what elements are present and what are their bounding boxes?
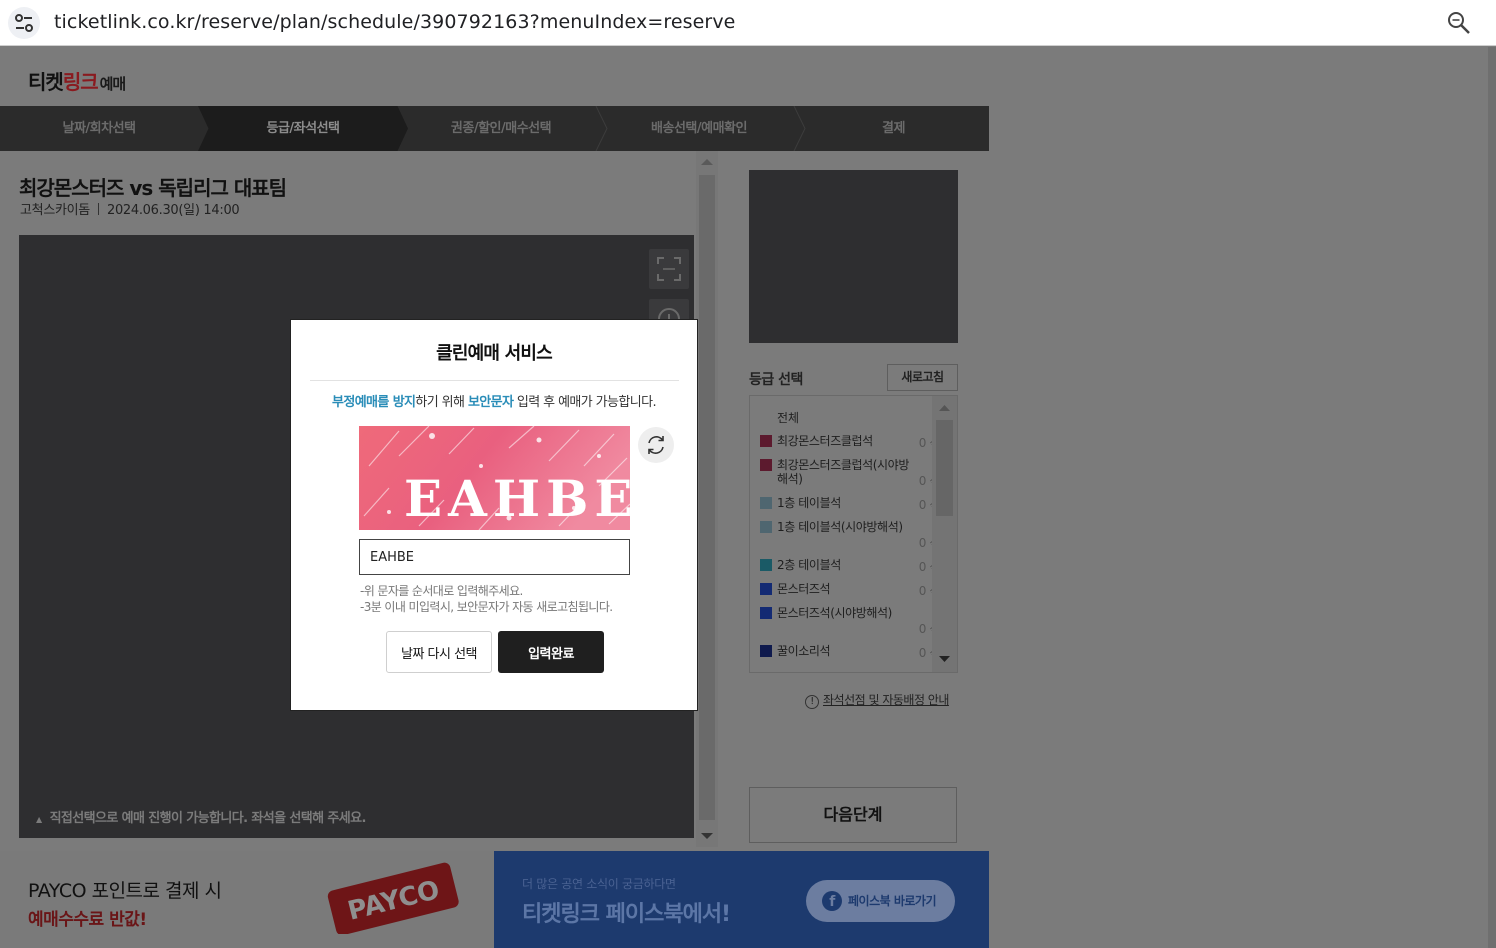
- captcha-text: EAHBE: [404, 469, 630, 528]
- grade-color-swatch: [760, 459, 772, 471]
- scroll-down-icon[interactable]: [932, 648, 957, 670]
- browser-address-bar: ticketlink.co.kr/reserve/plan/schedule/3…: [0, 0, 1496, 46]
- step-payment: 결제: [882, 121, 905, 136]
- fb-line1: 더 많은 공연 소식이 궁금하다면: [522, 877, 676, 891]
- grade-name: 2층 테이블석: [777, 558, 841, 572]
- seatmap-scrollbar[interactable]: [696, 151, 718, 847]
- grade-all[interactable]: 전체: [777, 409, 799, 426]
- payco-line2: 예매수수료 반값!: [28, 910, 147, 930]
- grade-name: 몬스터즈석(시야방해석): [777, 606, 892, 620]
- scrollbar-thumb[interactable]: [936, 420, 953, 516]
- facebook-icon: f: [822, 891, 842, 911]
- facebook-link-button[interactable]: f 페이스북 바로가기: [806, 880, 955, 922]
- zoom-icon[interactable]: [1446, 10, 1472, 36]
- event-info: 고척스카이돔 2024.06.30(일) 14:00: [20, 199, 240, 218]
- modal-title: 클린예매 서비스: [436, 343, 553, 364]
- grade-color-swatch: [760, 645, 772, 657]
- scroll-up-icon[interactable]: [696, 151, 718, 171]
- desc-highlight-2: 보안문자: [467, 395, 514, 410]
- grade-color-swatch: [760, 521, 772, 533]
- refresh-button[interactable]: 새로고침: [887, 364, 958, 391]
- event-venue: 고척스카이돔: [20, 203, 90, 218]
- grade-name: 꿀이소리석: [777, 644, 831, 658]
- step-delivery: 배송선택/예매확인: [651, 121, 747, 136]
- payco-line1: PAYCO 포인트로 결제 시: [28, 880, 222, 902]
- modal-divider: [310, 380, 679, 381]
- grade-color-swatch: [760, 607, 772, 619]
- scrollbar-thumb[interactable]: [699, 175, 715, 820]
- captcha-note-2: -3분 이내 미입력시, 보안문자가 자동 새로고침됩니다.: [360, 600, 613, 614]
- scroll-down-icon[interactable]: [696, 827, 718, 847]
- logo-part2: 링크: [62, 70, 99, 94]
- scroll-up-icon[interactable]: [932, 396, 957, 418]
- seat-guide-link[interactable]: ! 좌석선점 및 자동배정 안내: [805, 691, 949, 709]
- hint-arrow-icon: ▲: [36, 815, 42, 824]
- logo-part1: 티켓: [28, 70, 64, 94]
- grade-item[interactable]: 최강몬스터즈클럽석 0 석: [760, 434, 940, 454]
- desc-end: 입력 후 예매가 가능합니다.: [513, 395, 657, 410]
- captcha-note-1: -위 문자를 순서대로 입력해주세요.: [360, 584, 523, 598]
- grade-name: 몬스터즈석: [777, 582, 831, 596]
- seatmap-hint: ▲ 직접선택으로 예매 진행이 가능합니다. 좌석을 선택해 주세요.: [36, 807, 366, 826]
- step-seat: 등급/좌석선택: [266, 121, 340, 136]
- grade-item[interactable]: 꿀이소리석 0 석: [760, 644, 940, 664]
- desc-highlight-1: 부정예매를 방지: [331, 395, 416, 410]
- ticketlink-logo[interactable]: 티켓링크 예매: [28, 66, 127, 95]
- next-step-button[interactable]: 다음단계: [749, 787, 957, 843]
- grade-name: 1층 테이블석: [777, 496, 841, 510]
- facebook-banner[interactable]: 더 많은 공연 소식이 궁금하다면 티켓링크 페이스북에서! f 페이스북 바로…: [494, 851, 989, 948]
- grade-name: 1층 테이블석(시야방해석): [777, 520, 903, 534]
- grade-item[interactable]: 2층 테이블석 0 석: [760, 558, 940, 578]
- grade-item[interactable]: 몬스터즈석 0 석: [760, 582, 940, 602]
- event-datetime: 2024.06.30(일) 14:00: [106, 203, 240, 218]
- reservation-steps: 날짜/회차선택 등급/좌석선택 권종/할인/매수선택 배송선택/예매확인 결제: [0, 106, 989, 151]
- site-settings-icon[interactable]: [8, 7, 40, 39]
- page-scrollbar[interactable]: [1488, 47, 1496, 948]
- step-divider-icon: [793, 106, 806, 151]
- event-title: 최강몬스터즈 vs 독립리그 대표팀: [19, 176, 287, 200]
- grade-list: 전체 최강몬스터즈클럽석 0 석 최강몬스터즈클럽석(시야방해석) 0 석 1층…: [749, 395, 958, 673]
- info-separator: [97, 203, 99, 215]
- grade-item[interactable]: 몬스터즈석(시야방해석) 0 석: [760, 606, 940, 638]
- step-date: 날짜/회차선택: [62, 121, 136, 136]
- logo-part3: 예매: [99, 75, 127, 93]
- grade-item[interactable]: 1층 테이블석 0 석: [760, 496, 940, 516]
- grade-color-swatch: [760, 435, 772, 447]
- clean-reservation-modal: 클린예매 서비스 부정예매를 방지하기 위해 보안문자 입력 후 예매가 가능합…: [290, 319, 698, 711]
- info-circle-icon: !: [805, 695, 819, 709]
- grade-color-swatch: [760, 583, 772, 595]
- grade-name: 최강몬스터즈클럽석(시야방해석): [777, 458, 909, 486]
- grade-color-swatch: [760, 559, 772, 571]
- fullscreen-icon[interactable]: [649, 249, 689, 289]
- url-text[interactable]: ticketlink.co.kr/reserve/plan/schedule/3…: [54, 11, 735, 33]
- reselect-date-button[interactable]: 날짜 다시 선택: [386, 631, 492, 673]
- submit-captcha-button[interactable]: 입력완료: [498, 631, 604, 673]
- step-ticket-type: 권종/할인/매수선택: [450, 121, 552, 136]
- hint-text: 직접선택으로 예매 진행이 가능합니다. 좌석을 선택해 주세요.: [49, 811, 367, 826]
- grade-title: 등급 선택: [749, 372, 803, 388]
- captcha-image: EAHBE: [359, 426, 630, 530]
- grade-color-swatch: [760, 497, 772, 509]
- fb-line2: 티켓링크 페이스북에서!: [522, 902, 731, 927]
- captcha-input[interactable]: [359, 539, 630, 575]
- step-divider-icon: [595, 106, 608, 151]
- payco-badge-icon: PAYCO: [327, 862, 459, 934]
- desc-mid: 하기 위해: [415, 395, 468, 410]
- mini-map: [749, 170, 958, 343]
- captcha-refresh-icon[interactable]: [638, 427, 674, 463]
- grade-name: 최강몬스터즈클럽석: [777, 434, 873, 448]
- grade-list-scrollbar[interactable]: [932, 396, 957, 672]
- modal-description: 부정예매를 방지하기 위해 보안문자 입력 후 예매가 가능합니다.: [291, 391, 697, 410]
- guide-label: 좌석선점 및 자동배정 안내: [823, 693, 949, 707]
- grade-item[interactable]: 최강몬스터즈클럽석(시야방해석) 0 석: [760, 458, 940, 490]
- fb-button-label: 페이스북 바로가기: [848, 894, 937, 908]
- grade-item[interactable]: 1층 테이블석(시야방해석) 0 석: [760, 520, 940, 552]
